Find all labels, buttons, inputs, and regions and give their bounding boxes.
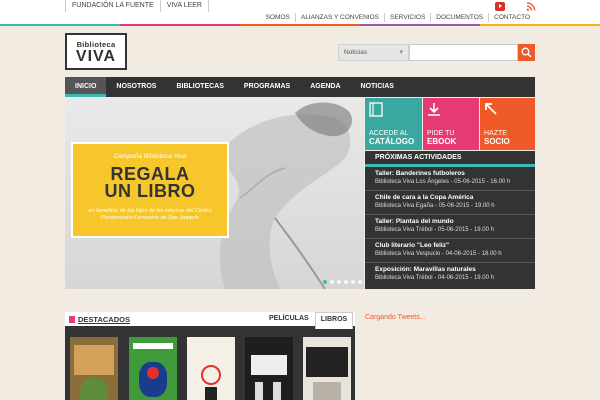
slider-dot[interactable] — [351, 280, 355, 284]
member-tile[interactable]: HAZTE SOCIO — [480, 98, 535, 150]
ebook-tile-big: EBOOK — [427, 137, 457, 146]
upcoming-activities: PRÓXIMAS ACTIVIDADES Taller: Banderines … — [365, 151, 535, 289]
campaign-caption: en beneficio de los hijos de las interna… — [88, 208, 212, 221]
campaign-banner[interactable]: Campaña Biblioteca Viva REGALA UN LIBRO … — [71, 142, 229, 238]
activity-item[interactable]: Taller: Banderines futboleros Biblioteca… — [365, 167, 535, 191]
slider-dots — [323, 280, 362, 284]
campaign-headline-2: UN LIBRO — [104, 181, 196, 201]
somos-link[interactable]: SOMOS — [261, 13, 295, 22]
search-icon — [521, 47, 532, 58]
search-button[interactable] — [518, 44, 535, 61]
logo-line-2: VIVA — [75, 48, 117, 65]
hero-slider[interactable]: Campaña Biblioteca Viva REGALA UN LIBRO … — [65, 98, 364, 289]
slider-dot[interactable] — [344, 280, 348, 284]
book-cover[interactable] — [303, 337, 351, 400]
book-cover[interactable] — [70, 337, 118, 400]
color-stripe — [0, 24, 600, 26]
member-tile-small: HAZTE — [484, 130, 507, 137]
featured-header: DESTACADOS PELÍCULAS LIBROS — [65, 312, 355, 329]
activity-detail: Biblioteca Viva Los Ángeles - 05-06-2015… — [375, 179, 511, 185]
nav-programas[interactable]: PROGRAMAS — [234, 77, 300, 97]
alianzas-link[interactable]: ALIANZAS Y CONVENIOS — [294, 13, 384, 22]
nav-nosotros[interactable]: NOSOTROS — [106, 77, 166, 97]
slider-dot[interactable] — [330, 280, 334, 284]
activity-title: Club literario "Leo feliz" — [375, 242, 450, 249]
rss-icon[interactable] — [526, 2, 536, 11]
book-cover[interactable] — [129, 337, 177, 400]
search-category-select[interactable]: Noticias — [338, 44, 409, 61]
tab-peliculas[interactable]: PELÍCULAS — [269, 315, 309, 322]
featured-section: DESTACADOS PELÍCULAS LIBROS — [65, 312, 355, 400]
activity-item[interactable]: Club literario "Leo feliz" Biblioteca Vi… — [365, 239, 535, 263]
activity-title: Exposición: Maravillas naturales — [375, 266, 476, 273]
catalog-tile-big: CATÁLOGO — [369, 137, 415, 146]
nav-noticias[interactable]: NOTICIAS — [351, 77, 404, 97]
catalog-tile[interactable]: ACCEDE AL CATÁLOGO — [365, 98, 422, 150]
activity-detail: Biblioteca Viva Trébol - 04-06-2015 - 19… — [375, 275, 494, 281]
featured-title[interactable]: DESTACADOS — [69, 315, 130, 324]
nav-agenda[interactable]: AGENDA — [300, 77, 350, 97]
ebook-tile[interactable]: PIDE TU EBOOK — [423, 98, 479, 150]
activity-title: Chile de cara a la Copa América — [375, 194, 474, 201]
activity-item[interactable]: Taller: Plantas del mundo Biblioteca Viv… — [365, 215, 535, 239]
arrow-up-left-icon — [485, 103, 497, 115]
tweets-loading: Cargando Tweets... — [365, 314, 426, 321]
site-logo[interactable]: Biblioteca VIVA — [65, 33, 127, 70]
main-links: SOMOS ALIANZAS Y CONVENIOS SERVICIOS DOC… — [261, 13, 535, 22]
ebook-tile-small: PIDE TU — [427, 130, 455, 137]
book-cover[interactable] — [187, 337, 235, 400]
book-cover[interactable] — [245, 337, 293, 400]
campaign-label: Campaña Biblioteca Viva — [113, 153, 187, 160]
youtube-icon[interactable] — [495, 2, 505, 11]
slider-dot[interactable] — [337, 280, 341, 284]
top-links: FUNDACIÓN LA FUENTE VIVA LEER — [65, 0, 209, 13]
tab-libros[interactable]: LIBROS — [315, 312, 353, 329]
activity-item[interactable]: Chile de cara a la Copa América Bibliote… — [365, 191, 535, 215]
nav-inicio[interactable]: INICIO — [65, 77, 107, 97]
documentos-link[interactable]: DOCUMENTOS — [430, 13, 488, 22]
top-bar: FUNDACIÓN LA FUENTE VIVA LEER SOMOS ALIA… — [0, 0, 600, 26]
activities-title: PRÓXIMAS ACTIVIDADES — [365, 151, 535, 167]
activity-detail: Biblioteca Viva Vespucio - 04-06-2015 - … — [375, 251, 502, 257]
download-icon — [428, 103, 440, 116]
fundacion-link[interactable]: FUNDACIÓN LA FUENTE — [65, 0, 160, 12]
book-icon — [369, 102, 383, 117]
activity-title: Taller: Plantas del mundo — [375, 218, 454, 225]
activity-title: Taller: Banderines futboleros — [375, 170, 465, 177]
member-tile-big: SOCIO — [484, 137, 510, 146]
servicios-link[interactable]: SERVICIOS — [384, 13, 430, 22]
viva-leer-link[interactable]: VIVA LEER — [159, 0, 209, 12]
search-input[interactable] — [409, 44, 518, 61]
nav-bibliotecas[interactable]: BIBLIOTECAS — [166, 77, 233, 97]
activity-item[interactable]: Exposición: Maravillas naturales Bibliot… — [365, 263, 535, 287]
main-nav: INICIO NOSOTROS BIBLIOTECAS PROGRAMAS AG… — [65, 77, 535, 97]
activity-detail: Biblioteca Viva Egaña - 05-06-2015 - 19.… — [375, 203, 495, 209]
activity-detail: Biblioteca Viva Trébol - 05-06-2015 - 19… — [375, 227, 494, 233]
slider-dot[interactable] — [323, 280, 327, 284]
catalog-tile-small: ACCEDE AL — [369, 130, 409, 137]
contacto-link[interactable]: CONTACTO — [488, 13, 535, 22]
slider-dot[interactable] — [358, 280, 362, 284]
